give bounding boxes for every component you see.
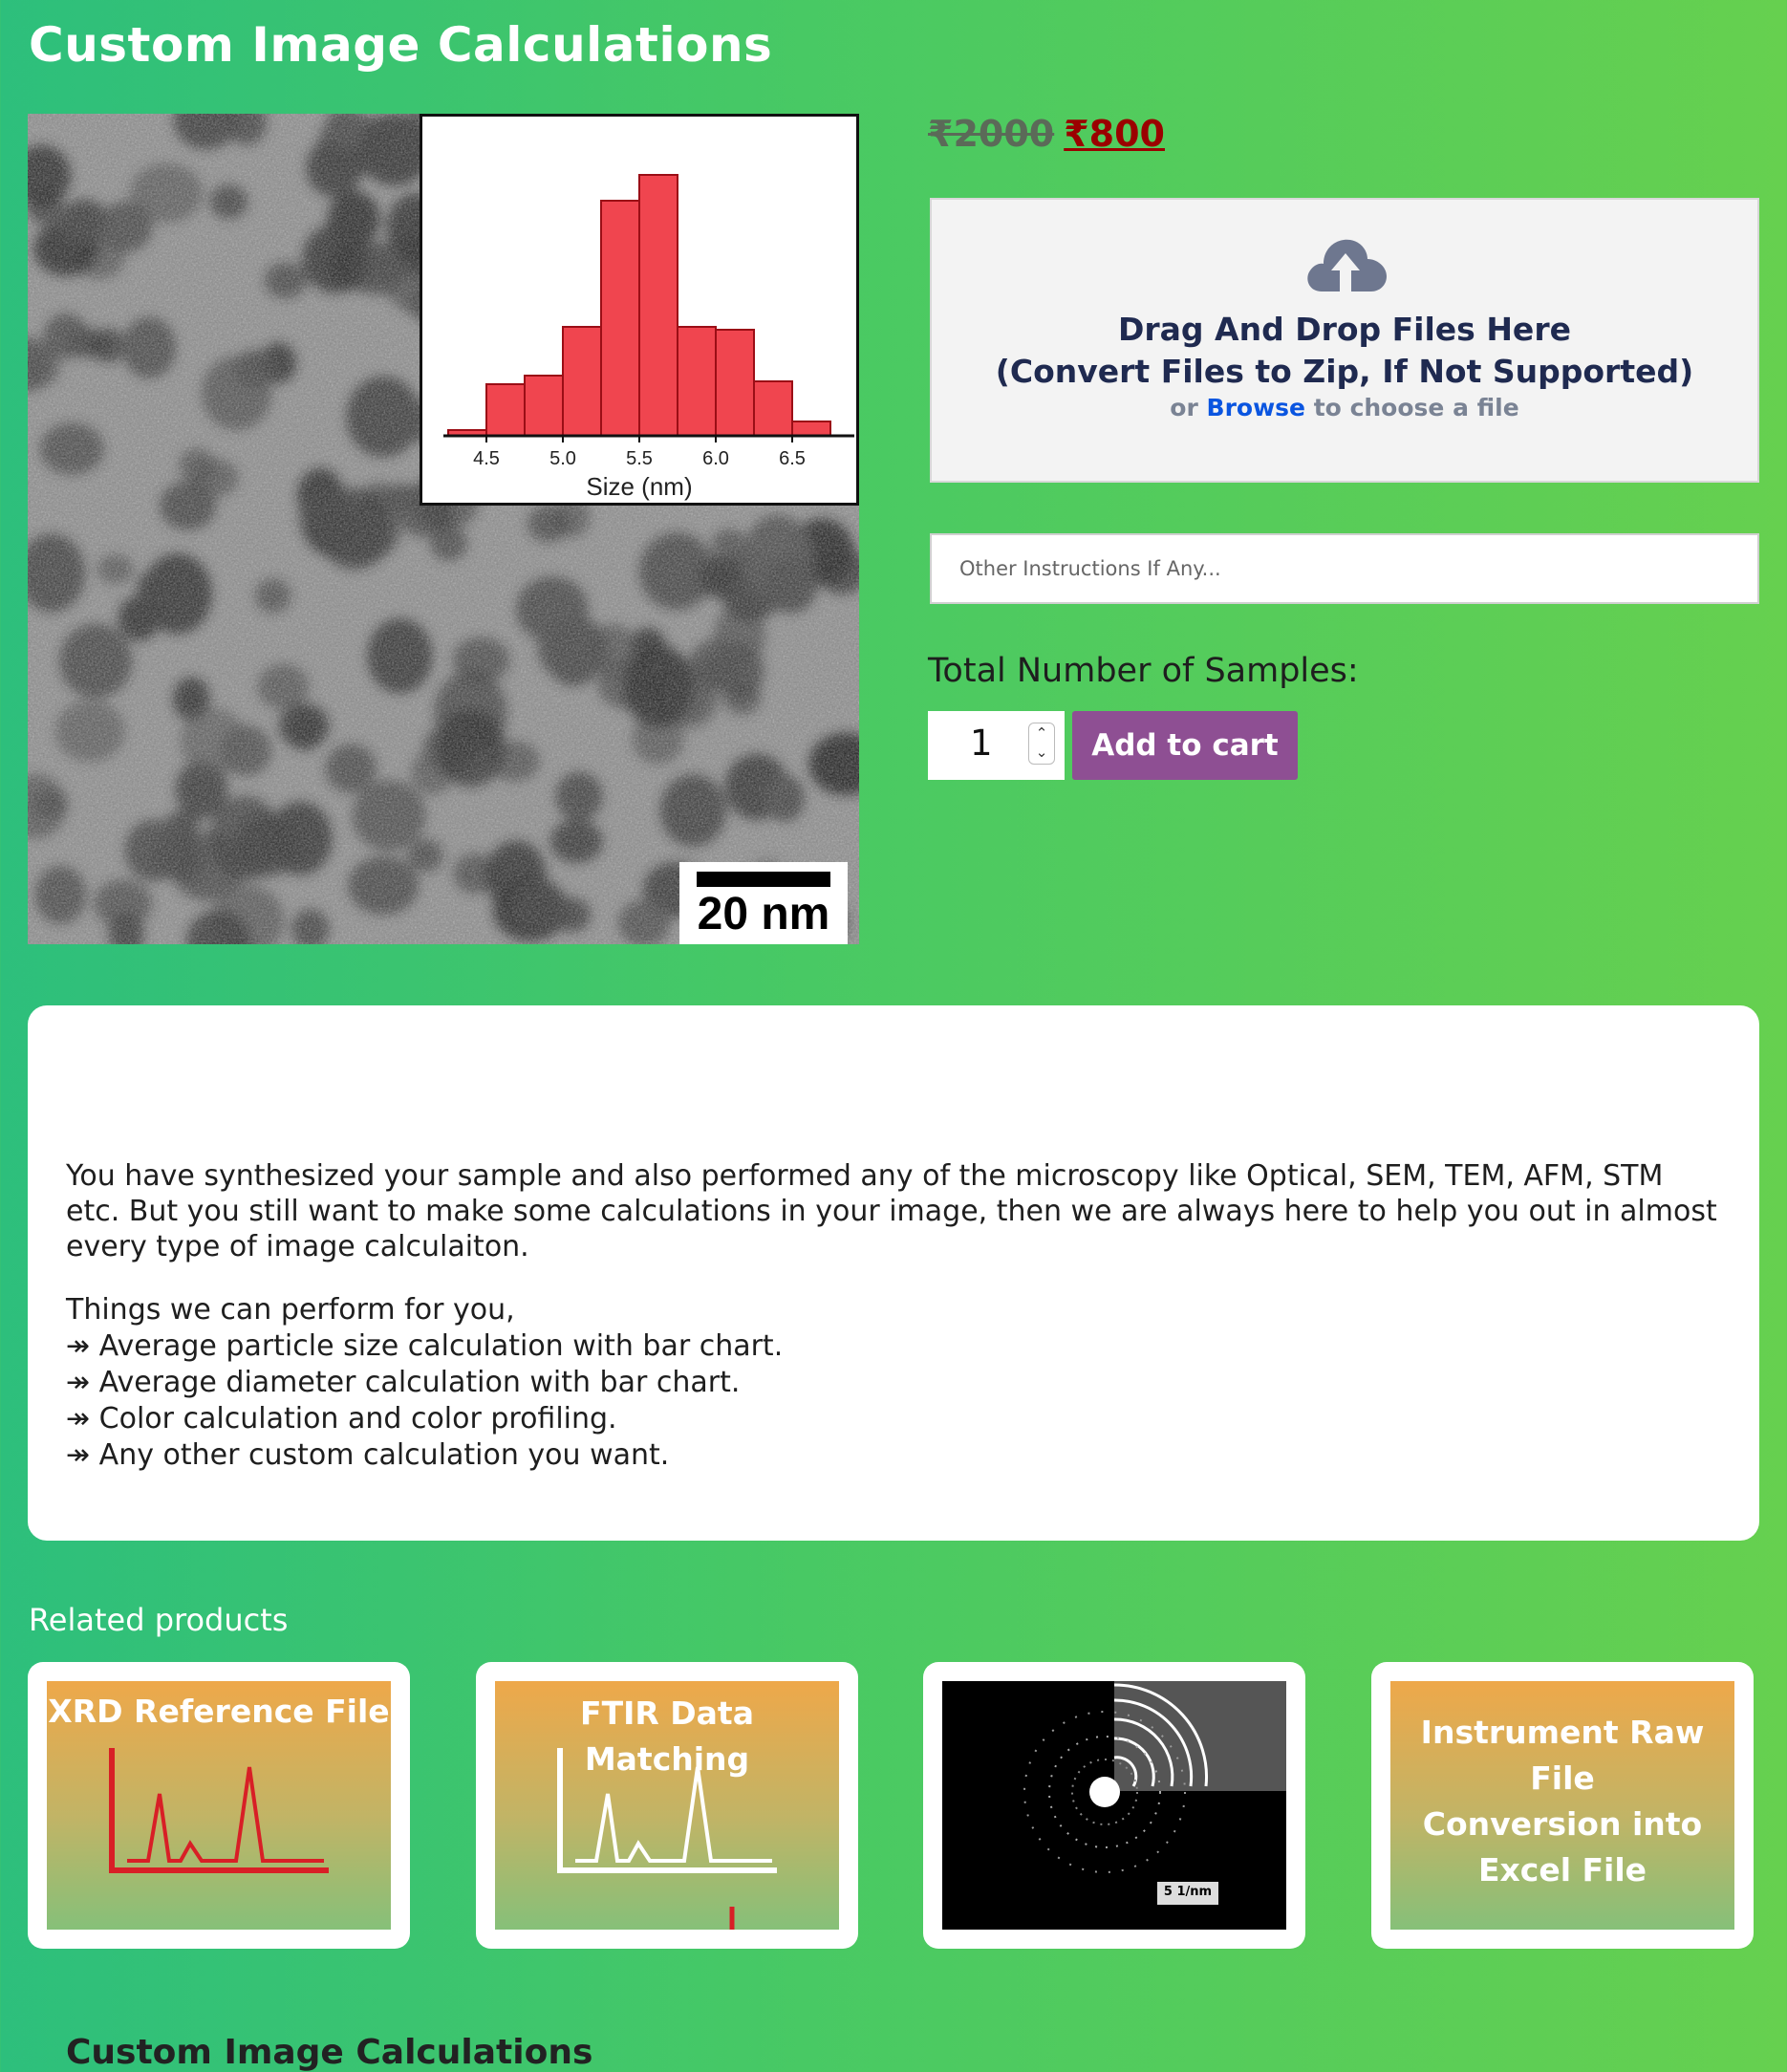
list-item: ↠ Average diameter calculation with bar … (66, 1366, 741, 1399)
product-thumb[interactable]: 5 1/nm (942, 1681, 1286, 1930)
histogram-bar (562, 326, 602, 437)
product-thumb[interactable]: FTIR Data Matching (495, 1681, 839, 1930)
capabilities-list: Things we can perform for you, ↠ Average… (66, 1292, 1721, 1474)
product-card-saed[interactable]: 5 1/nm (923, 1662, 1305, 1949)
dropzone-line-1: Drag And Drop Files Here (1118, 311, 1571, 348)
saed-pattern-image (1023, 1681, 1286, 1905)
product-card-title-line[interactable]: Conversion into (1390, 1802, 1734, 1847)
product-card-ftir[interactable]: FTIR Data Matching (476, 1662, 858, 1949)
scale-bar-line (697, 872, 830, 887)
histogram-bar (753, 380, 793, 437)
histogram-bar (677, 326, 717, 437)
saed-scale-label: 5 1/nm (1163, 1885, 1213, 1899)
browse-line: or Browse to choose a file (932, 394, 1757, 421)
list-intro: Things we can perform for you, (66, 1293, 515, 1327)
histogram-tick-label: 5.0 (549, 448, 576, 469)
chevron-down-icon[interactable]: ⌄ (1029, 743, 1054, 762)
size-histogram: 4.5 5.0 5.5 6.0 6.5 7.0 (443, 174, 856, 469)
dropzone-text: Drag And Drop Files Here (Convert Files … (932, 309, 1757, 393)
quantity-stepper[interactable]: 1 ⌃ ⌄ (928, 711, 1065, 780)
description-body: You have synthesized your sample and als… (66, 1159, 1717, 1263)
histogram-tick-label: 5.5 (626, 448, 653, 469)
samples-label: Total Number of Samples: (928, 652, 1359, 690)
page-title: Custom Image Calculations (29, 17, 773, 73)
product-card-title-line[interactable]: Instrument Raw File (1390, 1710, 1734, 1802)
list-item: ↠ Average particle size calculation with… (66, 1329, 784, 1363)
histogram-bar (638, 174, 678, 437)
histogram-bar (524, 375, 564, 437)
histogram-tick-label: 6.0 (702, 448, 729, 469)
list-item: ↠ Color calculation and color profiling. (66, 1402, 617, 1435)
ftir-peaks-icon (557, 1748, 777, 1930)
instructions-input[interactable] (930, 533, 1759, 604)
histogram-tick-label: 4.5 (473, 448, 500, 469)
add-to-cart-button[interactable]: Add to cart (1072, 711, 1298, 780)
list-item: ↠ Any other custom calculation you want. (66, 1438, 670, 1472)
old-price: ₹2000 (928, 113, 1055, 155)
browse-suffix: to choose a file (1313, 394, 1519, 421)
xrd-peaks-icon (109, 1748, 329, 1873)
browse-link[interactable]: Browse (1207, 394, 1306, 421)
histogram-inset: 4.5 5.0 5.5 6.0 6.5 7.0 Size (nm) (420, 114, 859, 506)
product-thumb[interactable]: XRD Reference File (47, 1681, 391, 1930)
description-title: Custom Image Calculations (66, 2033, 593, 2072)
histogram-xlabel: Size (nm) (586, 472, 693, 501)
chevron-up-icon[interactable]: ⌃ (1029, 723, 1054, 743)
product-card-raw-file[interactable]: Instrument Raw File Conversion into Exce… (1371, 1662, 1754, 1949)
scale-bar-label: 20 nm (697, 889, 830, 939)
related-products-heading: Related products (29, 1602, 289, 1638)
description-card: Custom Image Calculations You have synth… (28, 1005, 1759, 2072)
quantity-value[interactable]: 1 (970, 723, 993, 764)
scale-bar: 20 nm (679, 862, 848, 944)
cloud-upload-icon (1307, 239, 1387, 291)
histogram-tick-label: 6.5 (779, 448, 806, 469)
price: ₹2000 ₹800 (928, 113, 1165, 155)
product-image: 4.5 5.0 5.5 6.0 6.5 7.0 Size (nm) 20 nm (28, 114, 859, 944)
histogram-bar (485, 383, 526, 437)
quantity-spinner[interactable]: ⌃ ⌄ (1028, 723, 1055, 765)
product-thumb[interactable]: Instrument Raw File Conversion into Exce… (1390, 1681, 1734, 1930)
histogram-bar (715, 329, 755, 437)
histogram-tick-label: 7.0 (855, 448, 856, 469)
histogram-bar (600, 200, 640, 437)
product-card-title[interactable]: Instrument Raw File Conversion into Exce… (1390, 1710, 1734, 1893)
browse-or: or (1170, 394, 1198, 421)
file-dropzone[interactable]: Drag And Drop Files Here (Convert Files … (930, 198, 1759, 483)
dropzone-line-2: (Convert Files to Zip, If Not Supported) (995, 353, 1694, 390)
sale-price: ₹800 (1064, 113, 1165, 155)
product-card-xrd[interactable]: XRD Reference File (28, 1662, 410, 1949)
histogram-bar (791, 421, 831, 437)
